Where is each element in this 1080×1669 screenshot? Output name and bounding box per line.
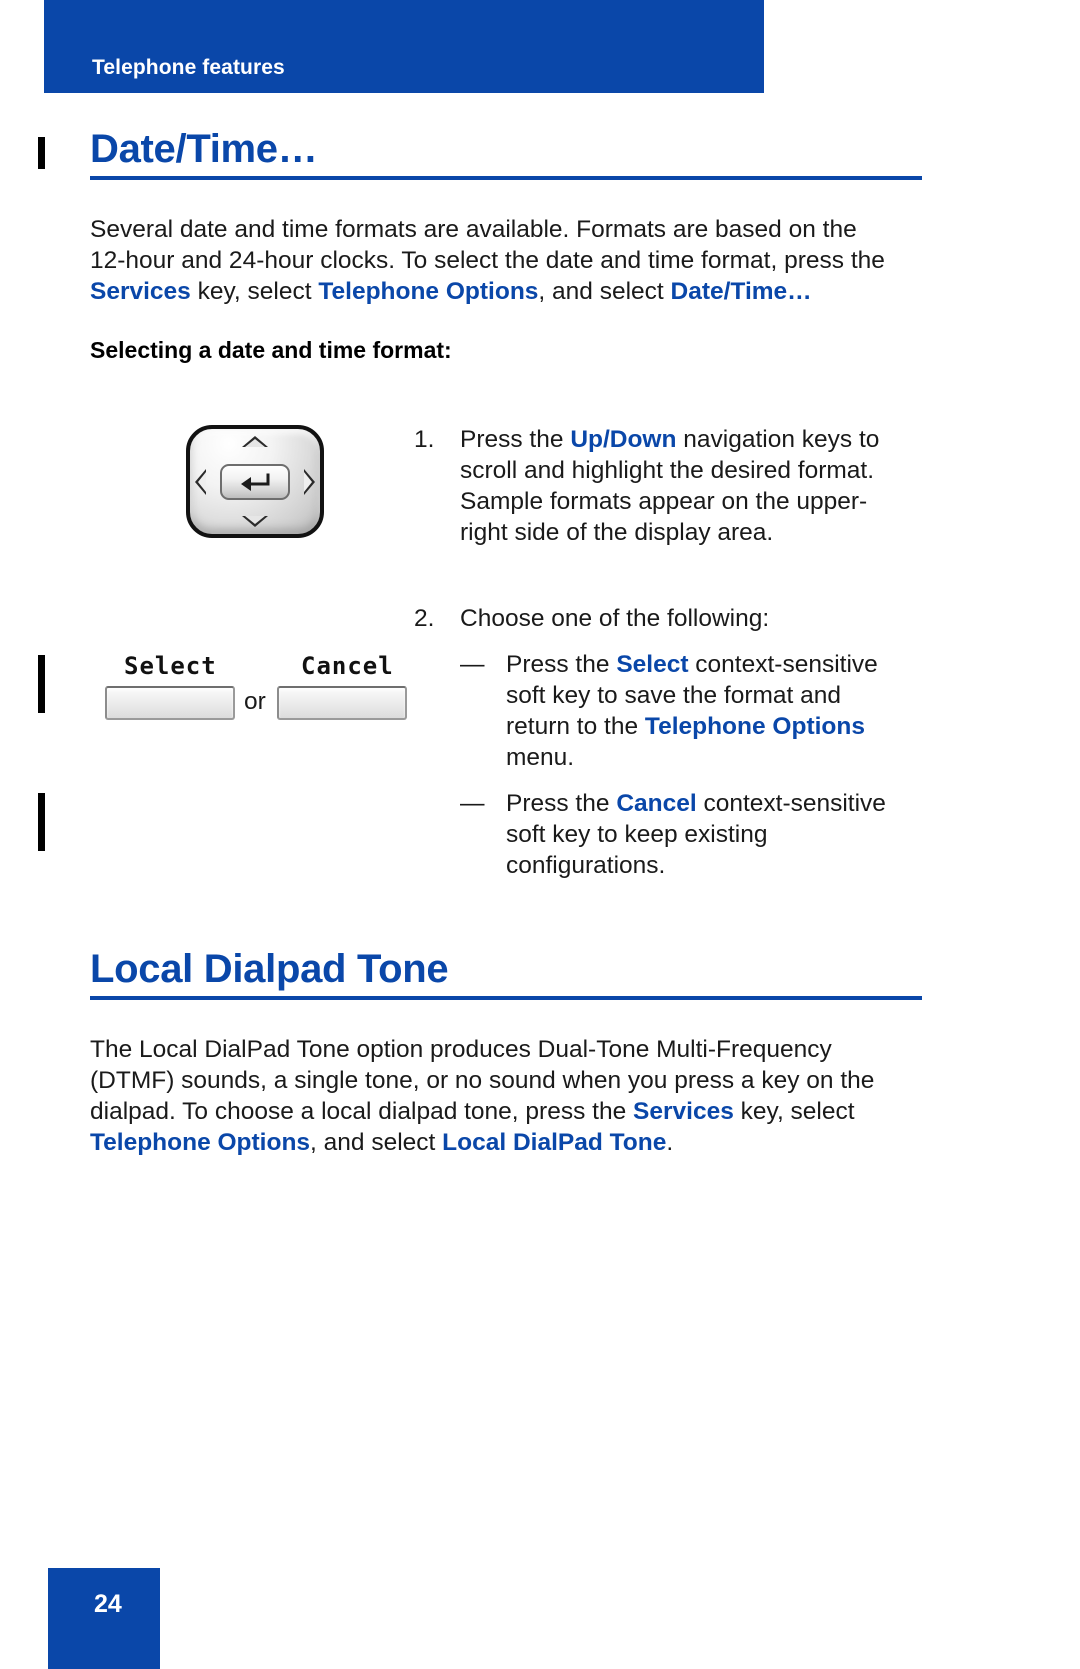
- keyword-services: Services: [90, 278, 191, 305]
- bullet-1-line4: menu.: [506, 744, 575, 771]
- bullet-2-line3: configurations.: [506, 852, 666, 879]
- step-1-line1-post: navigation keys to: [676, 426, 880, 453]
- step-1-line2: scroll and highlight the desired format.: [460, 457, 874, 484]
- bullet-1-line3-pre: return to the: [506, 713, 645, 740]
- page-title-local-dialpad-tone: Local Dialpad Tone: [90, 947, 449, 991]
- step-1-line4: right side of the display area.: [460, 519, 774, 546]
- softkey-cancel-button[interactable]: [277, 686, 407, 720]
- keyword-telephone-options-2: Telephone Options: [644, 713, 865, 740]
- bullet-2-text: Press the Cancel context-sensitive soft …: [506, 788, 946, 881]
- ldt-line-2: (DTMF) sounds, a single tone, or no soun…: [90, 1067, 875, 1094]
- local-dialpad-tone-paragraph: The Local DialPad Tone option produces D…: [90, 1034, 935, 1158]
- change-bar-1: [38, 137, 45, 169]
- ldt-line-1: The Local DialPad Tone option produces D…: [90, 1036, 832, 1063]
- subheading-selecting-format: Selecting a date and time format:: [90, 337, 452, 363]
- title-rule-local-dialpad-tone: [90, 996, 922, 1000]
- step-1-text: Press the Up/Down navigation keys to scr…: [460, 424, 930, 548]
- enter-arrow-icon: [241, 473, 270, 491]
- step-1-line1-pre: Press the: [460, 426, 571, 453]
- keyword-local-dialpad-tone: Local DialPad Tone: [442, 1129, 667, 1156]
- softkey-cancel-label: Cancel: [301, 652, 394, 680]
- page-number: 24: [94, 1590, 122, 1618]
- softkey-select-button[interactable]: [105, 686, 235, 720]
- bullet-2-line1-pre: Press the: [506, 790, 617, 817]
- ldt-line-3-post: key, select: [733, 1098, 855, 1125]
- keyword-select: Select: [616, 651, 689, 678]
- navigation-keys-graphic: [186, 425, 324, 538]
- page-number-block: 24: [48, 1568, 160, 1669]
- date-time-intro-paragraph: Several date and time formats are availa…: [90, 214, 930, 307]
- keyword-up-down: Up/Down: [570, 426, 677, 453]
- intro-mid-2: , and select: [538, 278, 671, 305]
- intro-mid-1: key, select: [190, 278, 319, 305]
- bullet-2-line1-post: context-sensitive: [696, 790, 886, 817]
- ldt-line-4-end: .: [666, 1129, 674, 1156]
- change-bar-2: [38, 655, 45, 713]
- title-rule-date-time: [90, 176, 922, 180]
- keyword-cancel: Cancel: [616, 790, 697, 817]
- nav-up-arrow-inner-icon: [245, 439, 265, 447]
- page-title-date-time: Date/Time…: [90, 127, 318, 171]
- softkey-select-label: Select: [124, 652, 217, 680]
- intro-line-2: 12-hour and 24-hour clocks. To select th…: [90, 247, 885, 274]
- nav-enter-key: [220, 463, 290, 500]
- keyword-telephone-options-3: Telephone Options: [90, 1129, 311, 1156]
- bullet-1-line2: soft key to save the format and: [506, 682, 842, 709]
- bullet-1-line1-pre: Press the: [506, 651, 617, 678]
- bullet-1-text: Press the Select context-sensitive soft …: [506, 649, 936, 773]
- running-header-title: Telephone features: [92, 56, 285, 79]
- ldt-line-4-mid: , and select: [310, 1129, 443, 1156]
- intro-line-1: Several date and time formats are availa…: [90, 216, 857, 243]
- keyword-services-2: Services: [633, 1098, 734, 1125]
- nav-down-arrow-inner-icon: [245, 516, 265, 524]
- change-bar-3: [38, 793, 45, 851]
- keyword-telephone-options: Telephone Options: [318, 278, 539, 305]
- step-1-line3: Sample formats appear on the upper-: [460, 488, 868, 515]
- bullet-1-dash: —: [460, 651, 485, 678]
- running-header-bar: Telephone features: [44, 0, 764, 93]
- ldt-line-3-pre: dialpad. To choose a local dialpad tone,…: [90, 1098, 634, 1125]
- nav-right-arrow-inner-icon: [304, 471, 312, 492]
- step-1-number: 1.: [414, 426, 435, 453]
- step-2-lead-text: Choose one of the following:: [460, 605, 770, 632]
- bullet-2-dash: —: [460, 790, 485, 817]
- keyword-date-time: Date/Time…: [670, 278, 812, 305]
- or-separator-label: or: [244, 688, 266, 715]
- nav-left-arrow-inner-icon: [198, 471, 206, 492]
- bullet-2-line2: soft key to keep existing: [506, 821, 768, 848]
- bullet-1-line1-post: context-sensitive: [688, 651, 878, 678]
- step-2-number: 2.: [414, 605, 435, 632]
